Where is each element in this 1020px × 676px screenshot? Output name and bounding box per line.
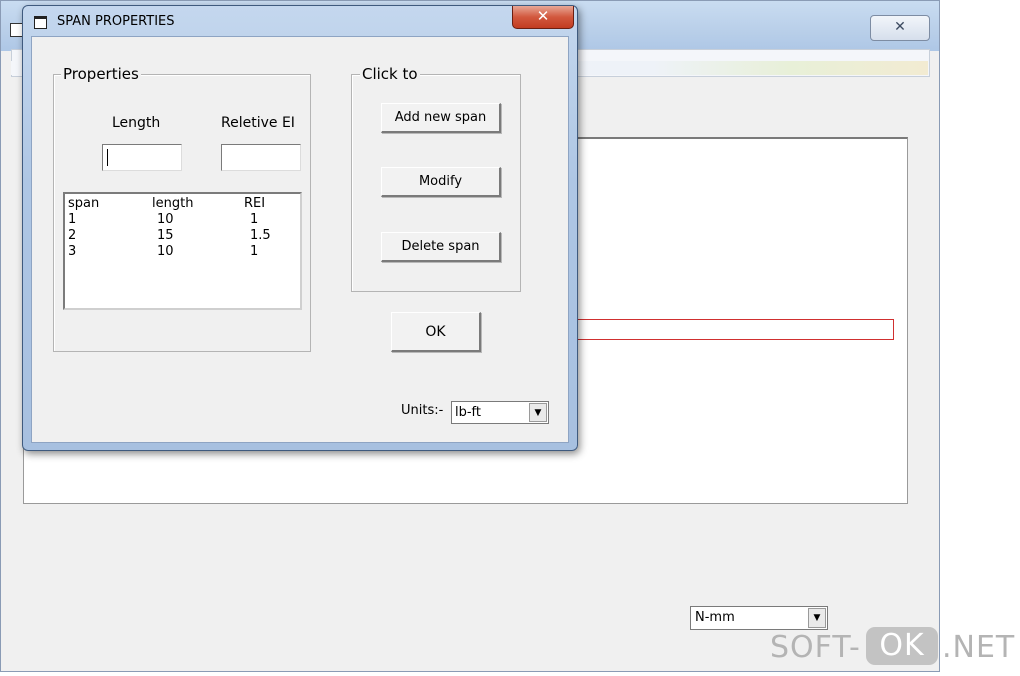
watermark-left: SOFT-: [770, 630, 861, 665]
close-icon: ✕: [894, 19, 906, 35]
main-units-dropdown[interactable]: N-mm ▼: [690, 606, 828, 630]
window-icon: [34, 16, 47, 29]
add-new-span-button[interactable]: Add new span: [381, 103, 501, 133]
watermark-pill: OK: [866, 627, 938, 665]
units-value: lb-ft: [455, 405, 481, 420]
span-properties-dialog: SPAN PROPERTIES ✕ Properties Length Rele…: [22, 5, 578, 451]
header-span: span: [68, 196, 100, 211]
main-close-button[interactable]: ✕: [870, 15, 930, 41]
delete-span-button[interactable]: Delete span: [381, 232, 501, 262]
units-dropdown[interactable]: lb-ft ▼: [451, 401, 549, 424]
text-caret: [107, 149, 108, 166]
modify-button[interactable]: Modify: [381, 167, 501, 197]
beam-rectangle: [576, 319, 894, 340]
watermark: SOFT- OK .NET: [770, 627, 1016, 670]
list-item[interactable]: 3 10 1: [65, 244, 300, 260]
properties-legend: Properties: [61, 65, 141, 83]
dialog-titlebar[interactable]: SPAN PROPERTIES ✕: [23, 6, 577, 34]
list-item[interactable]: 1 10 1: [65, 212, 300, 228]
main-units-value: N-mm: [695, 610, 735, 625]
close-icon: ✕: [536, 7, 550, 25]
watermark-right: .NET: [942, 630, 1016, 665]
length-input[interactable]: [102, 144, 182, 171]
dialog-client-area: Properties Length Reletive EI span lengt…: [31, 36, 569, 443]
dialog-title: SPAN PROPERTIES: [57, 14, 175, 29]
dialog-close-button[interactable]: ✕: [512, 6, 574, 29]
span-list[interactable]: span length REI 1 10 1 2 15 1.5 3 10 1: [63, 192, 302, 310]
relative-ei-label: Reletive EI: [221, 115, 295, 131]
ok-button[interactable]: OK: [391, 312, 481, 352]
chevron-down-icon[interactable]: ▼: [529, 403, 547, 422]
click-to-group: Click to Add new span Modify Delete span: [351, 65, 521, 292]
units-label: Units:-: [401, 403, 444, 418]
list-item[interactable]: 2 15 1.5: [65, 228, 300, 244]
list-header-row: span length REI: [65, 196, 300, 212]
header-length: length: [152, 196, 194, 211]
properties-group: Properties Length Reletive EI span lengt…: [53, 65, 311, 352]
chevron-down-icon[interactable]: ▼: [808, 608, 826, 628]
length-label: Length: [112, 115, 161, 131]
relative-ei-input[interactable]: [221, 144, 301, 171]
header-rei: REI: [244, 196, 266, 211]
click-to-legend: Click to: [360, 65, 420, 83]
